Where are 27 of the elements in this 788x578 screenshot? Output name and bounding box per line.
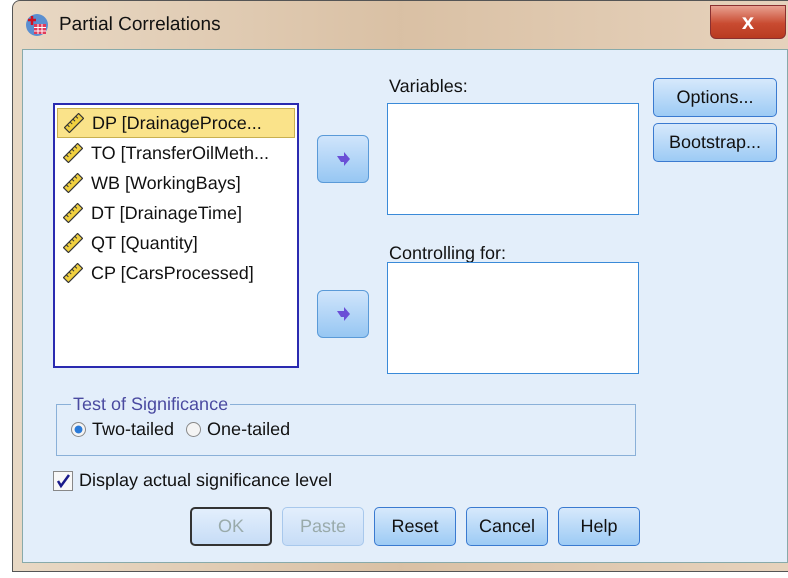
dialog-button[interactable]: Help <box>558 507 640 546</box>
variables-label: Variables: <box>388 76 469 98</box>
move-arrow-button[interactable] <box>317 290 369 338</box>
variable-item[interactable]: DT [DrainageTime] <box>57 198 295 228</box>
variable-item[interactable]: DP [DrainageProce... <box>57 108 295 138</box>
move-arrow-button[interactable] <box>317 135 369 183</box>
variables-list[interactable] <box>387 103 639 215</box>
close-button[interactable]: x <box>710 5 786 39</box>
variable-item[interactable]: TO [TransferOilMeth... <box>57 138 295 168</box>
dialog-button[interactable]: Options... <box>653 78 777 117</box>
radio-option[interactable]: Two-tailed <box>71 419 174 440</box>
window-title: Partial Correlations <box>59 14 221 36</box>
variable-item[interactable]: QT [Quantity] <box>57 228 295 258</box>
checkmark-icon <box>55 472 71 488</box>
radio-option[interactable]: One-tailed <box>186 419 290 440</box>
dialog-button[interactable]: Cancel <box>466 507 548 546</box>
arrow-right-icon <box>335 151 351 167</box>
table-icon <box>25 13 49 37</box>
dialog-button[interactable]: Reset <box>374 507 456 546</box>
controlling-label: Controlling for: <box>388 243 508 262</box>
controlling-list[interactable] <box>387 262 639 374</box>
arrow-right-icon <box>335 306 351 322</box>
variable-item[interactable]: CP [CarsProcessed] <box>57 258 295 288</box>
dialog-button[interactable]: Bootstrap... <box>653 123 777 162</box>
variable-item[interactable]: WB [WorkingBays] <box>57 168 295 198</box>
group-title: Test of Significance <box>72 394 230 415</box>
display-significance-checkbox[interactable]: Display actual significance level <box>53 470 787 491</box>
